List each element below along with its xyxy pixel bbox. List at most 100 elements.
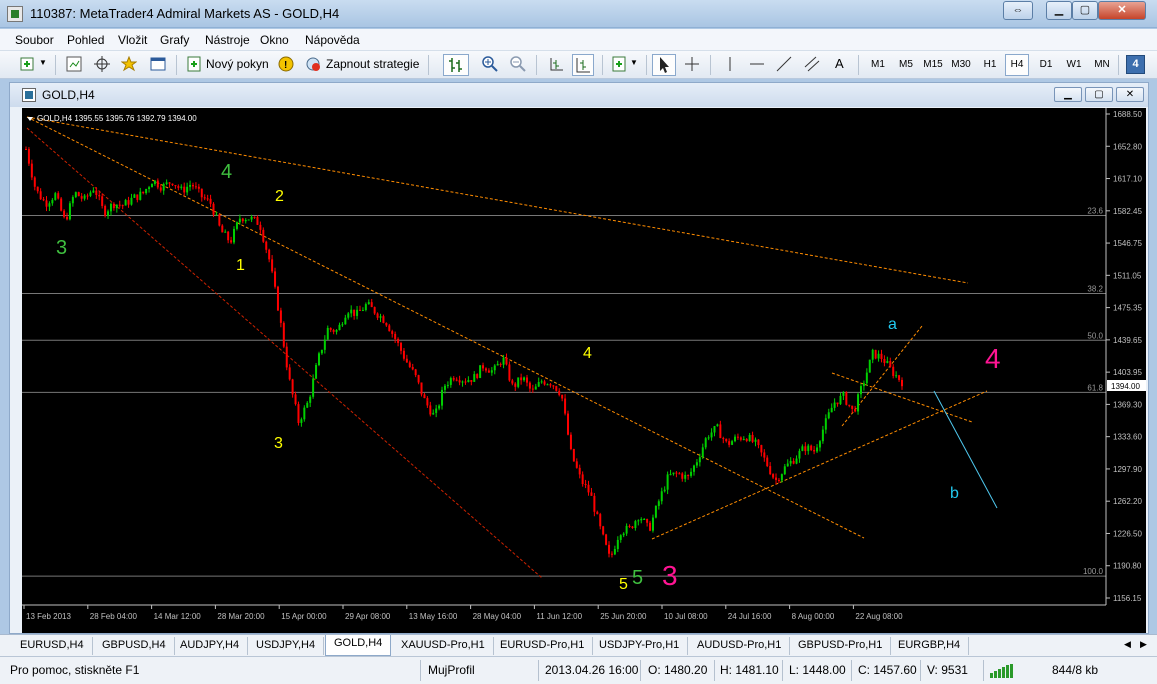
trendline-icon[interactable] — [776, 56, 792, 72]
chart-tab[interactable]: AUDJPY,H4 — [172, 637, 249, 655]
chart-maximize-button[interactable]: ▢ — [1085, 87, 1113, 102]
vertical-line-icon[interactable] — [722, 56, 738, 72]
terminal-window-icon[interactable] — [150, 56, 166, 72]
chart-shift-icon[interactable] — [548, 56, 564, 72]
candle-body — [51, 199, 54, 204]
candle-body — [379, 316, 382, 318]
chart-tab[interactable]: EURGBP,H4 — [890, 637, 970, 655]
candle-body — [654, 505, 657, 518]
candle-body — [552, 385, 555, 387]
timeframe-m1[interactable]: M1 — [866, 54, 890, 76]
candle-body — [142, 191, 145, 194]
indicators-dropdown-icon[interactable]: ▼ — [630, 58, 638, 67]
zoom-in-icon[interactable] — [482, 56, 498, 72]
autoscroll-button[interactable] — [572, 54, 594, 76]
y-tick-label: 1546.75 — [1113, 239, 1142, 248]
chart-tab[interactable]: XAUUSD-Pro,H1 — [393, 637, 494, 655]
close-button[interactable]: ✕ — [1098, 1, 1146, 20]
candle-body — [766, 457, 769, 467]
candle-body — [851, 405, 854, 409]
maximize-button[interactable]: ▢ — [1072, 1, 1098, 20]
candle-body — [827, 412, 830, 419]
timeframe-w1[interactable]: W1 — [1062, 54, 1086, 76]
candle-body — [813, 450, 816, 452]
chart-tab[interactable]: AUDUSD-Pro,H1 — [689, 637, 791, 655]
crosshair-icon[interactable] — [684, 56, 700, 72]
candle-body — [482, 365, 485, 369]
status-high: H: 1481.10 — [720, 663, 779, 677]
candle-body — [118, 204, 121, 206]
chart-tab[interactable]: GBPUSD-Pro,H1 — [790, 637, 892, 655]
chart-tab[interactable]: EURUSD,H4 — [12, 637, 93, 655]
profiles-icon[interactable] — [66, 56, 82, 72]
chart-minimize-button[interactable]: ▁ — [1054, 87, 1082, 102]
chart-tab-active[interactable]: GOLD,H4 — [325, 635, 392, 656]
candle-body — [889, 361, 892, 367]
chart-tab[interactable]: GBPUSD,H4 — [94, 637, 175, 655]
menu-insert[interactable]: Vložit — [118, 33, 147, 47]
chart-tab[interactable]: EURUSD-Pro,H1 — [492, 637, 594, 655]
chart-close-button[interactable]: ✕ — [1116, 87, 1144, 102]
restore-window-button[interactable]: ⇔ — [1003, 1, 1033, 20]
candle-body — [593, 495, 596, 512]
chart-tab[interactable]: USDJPY,H4 — [248, 637, 325, 655]
chart-svg[interactable]: 23.638.250.061.8100.0 3421345 5 3a4b 1688.… — [22, 108, 1146, 633]
menu-view[interactable]: Pohled — [67, 33, 104, 47]
price-chart[interactable]: 23.6 38.2 50.0 61.8 100.0 342134553a4b 1688.… — [22, 108, 1146, 633]
candle-body — [42, 199, 45, 201]
timeframe-mn[interactable]: MN — [1090, 54, 1114, 76]
candle-body — [751, 434, 754, 442]
new-chart-dropdown-icon[interactable]: ▼ — [39, 58, 47, 67]
status-profile[interactable]: MujProfil — [428, 663, 475, 677]
favorites-icon[interactable] — [120, 55, 138, 72]
candle-body — [95, 190, 98, 195]
chart-tab[interactable]: USDJPY-Pro,H1 — [591, 637, 689, 655]
periods-badge[interactable]: 4 — [1126, 55, 1145, 74]
timeframe-h4[interactable]: H4 — [1005, 54, 1029, 76]
candle-body — [549, 384, 552, 386]
crosshair-move-icon[interactable] — [94, 56, 110, 72]
cursor-button[interactable] — [652, 54, 676, 76]
candle-body — [124, 200, 127, 206]
menu-file[interactable]: Soubor — [15, 33, 54, 47]
timeframe-d1[interactable]: D1 — [1034, 54, 1058, 76]
menu-charts[interactable]: Grafy — [160, 33, 189, 47]
menu-help[interactable]: Nápověda — [305, 33, 360, 47]
zoom-out-icon[interactable] — [510, 56, 526, 72]
indicators-icon[interactable] — [612, 56, 628, 72]
horizontal-line-icon[interactable] — [749, 56, 765, 72]
menu-tools[interactable]: Nástroje — [205, 33, 250, 47]
candle-body — [57, 193, 60, 199]
candle-body — [777, 479, 780, 481]
bar-chart-button[interactable] — [443, 54, 469, 76]
tabs-scroll-right-icon[interactable]: ▶ — [1140, 639, 1147, 650]
candle-body — [218, 214, 221, 226]
candle-body — [704, 438, 707, 448]
minimize-button[interactable]: ▁ — [1046, 1, 1072, 20]
candle-body — [690, 471, 693, 476]
candle-body — [716, 424, 719, 427]
timeframe-m30[interactable]: M30 — [948, 54, 974, 76]
candle-body — [725, 438, 728, 442]
candle-body — [156, 180, 159, 188]
timeframe-m15[interactable]: M15 — [920, 54, 946, 76]
new-chart-icon[interactable] — [20, 56, 36, 72]
candle-body — [467, 380, 470, 383]
new-order-button[interactable]: Nový pokyn — [206, 54, 269, 76]
auto-trading-button[interactable]: Zapnout strategie — [326, 54, 419, 76]
candle-body — [575, 461, 578, 468]
equidistant-channel-icon[interactable] — [804, 56, 820, 72]
tabs-scroll-left-icon[interactable]: ◀ — [1124, 639, 1131, 650]
candle-body — [520, 377, 523, 381]
timeframe-m5[interactable]: M5 — [894, 54, 918, 76]
menu-bar: Soubor Pohled Vložit Grafy Nástroje Okno… — [0, 29, 1157, 51]
text-tool-button[interactable]: A — [835, 54, 844, 76]
trendline-support — [651, 390, 988, 540]
menu-window[interactable]: Okno — [260, 33, 289, 47]
wave-label: 1 — [236, 257, 245, 274]
candle-body — [470, 380, 473, 382]
candle-body — [537, 382, 540, 387]
candle-body — [420, 382, 423, 395]
timeframe-h1[interactable]: H1 — [978, 54, 1002, 76]
warning-icon[interactable]: ! — [278, 56, 294, 72]
